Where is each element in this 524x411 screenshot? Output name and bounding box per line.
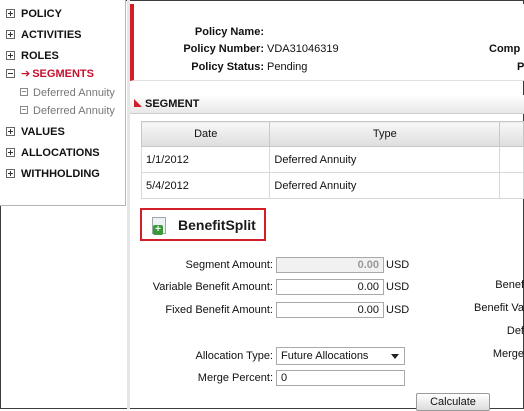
sidebar-item-values[interactable]: VALUES — [6, 123, 65, 141]
benefit-split-title: BenefitSplit — [178, 217, 256, 233]
arrow-right-icon: ➔ — [21, 68, 31, 80]
cell-type: Deferred Annuity — [269, 172, 501, 199]
allocation-type-select[interactable]: Future Allocations — [276, 347, 405, 365]
expand-icon[interactable] — [6, 8, 15, 18]
calculate-button[interactable]: Calculate — [416, 393, 490, 411]
sidebar-item-segments[interactable]: ➔ SEGMENTS — [6, 65, 94, 83]
chevron-down-icon — [391, 354, 399, 359]
segment-amount-field[interactable] — [276, 257, 384, 273]
document-icon — [20, 88, 28, 97]
sidebar-subitem-label: Deferred Annuity — [33, 87, 115, 99]
expand-icon[interactable] — [6, 126, 15, 136]
expand-icon[interactable] — [6, 29, 15, 39]
table-row[interactable]: 5/4/2012 Deferred Annuity — [140, 172, 524, 199]
variable-benefit-unit: USD — [386, 281, 410, 293]
sidebar-item-withholding[interactable]: WITHHOLDING — [6, 165, 100, 183]
collapse-triangle-icon[interactable] — [134, 99, 142, 108]
policy-number-value: VDA31046319 — [267, 43, 339, 55]
expand-icon[interactable] — [6, 147, 15, 157]
right-label-benefit-value: Benefit Va — [474, 302, 524, 314]
cell-date: 1/1/2012 — [140, 146, 271, 173]
fixed-benefit-unit: USD — [386, 304, 410, 316]
sidebar-item-label: SEGMENTS — [32, 68, 94, 80]
sidebar-subitem-label: Deferred Annuity — [33, 105, 115, 117]
policy-number-label: Policy Number: — [183, 43, 264, 55]
allocation-type-label: Allocation Type: — [195, 350, 273, 362]
segment-table: Date Type 1/1/2012 Deferred Annuity 5/4/… — [140, 121, 524, 199]
benefit-split-header[interactable]: BenefitSplit — [140, 208, 266, 241]
expand-icon[interactable] — [6, 50, 15, 60]
sidebar-item-allocations[interactable]: ALLOCATIONS — [6, 144, 100, 162]
expand-icon[interactable] — [6, 168, 15, 178]
table-row[interactable]: 1/1/2012 Deferred Annuity — [140, 146, 524, 173]
sidebar-item-activities[interactable]: ACTIVITIES — [6, 26, 82, 44]
policy-name-label: Policy Name: — [194, 26, 264, 38]
right-label-benefit: Benef — [495, 279, 524, 291]
sidebar-item-label: ROLES — [21, 50, 59, 62]
sidebar-item-label: WITHHOLDING — [21, 168, 100, 180]
sidebar-item-label: POLICY — [21, 8, 62, 20]
cell-extra — [499, 172, 524, 199]
cell-type: Deferred Annuity — [269, 146, 501, 173]
column-header-date[interactable]: Date — [140, 121, 271, 147]
cell-date: 5/4/2012 — [140, 172, 271, 199]
segment-amount-unit: USD — [386, 259, 410, 271]
sidebar-item-label: ACTIVITIES — [21, 29, 82, 41]
section-title: SEGMENT — [145, 98, 200, 110]
right-label-merge: Merge — [492, 348, 524, 360]
segment-amount-label: Segment Amount: — [185, 259, 273, 271]
segment-section-header[interactable]: SEGMENT — [130, 95, 524, 114]
sidebar-item-roles[interactable]: ROLES — [6, 47, 59, 65]
right-label-partial: P — [517, 61, 524, 73]
policy-status-value: Pending — [267, 61, 308, 73]
add-document-icon — [152, 217, 166, 235]
sidebar-item-label: VALUES — [21, 126, 65, 138]
document-icon — [20, 106, 28, 115]
merge-percent-label: Merge Percent: — [197, 372, 273, 384]
policy-status-label: Policy Status: — [191, 61, 264, 73]
fixed-benefit-field[interactable] — [276, 302, 384, 318]
company-label-partial: Comp — [489, 43, 521, 55]
cell-extra — [499, 146, 524, 173]
right-label-def: Def — [506, 325, 524, 337]
sidebar-item-policy[interactable]: POLICY — [6, 5, 62, 23]
variable-benefit-field[interactable] — [276, 279, 384, 295]
sidebar-subitem-deferred-annuity-1[interactable]: Deferred Annuity — [20, 86, 115, 101]
variable-benefit-label: Variable Benefit Amount: — [152, 281, 273, 293]
allocation-type-value: Future Allocations — [281, 350, 369, 362]
column-header-extra[interactable] — [499, 121, 524, 147]
sidebar-item-label: ALLOCATIONS — [21, 147, 100, 159]
policy-header: Policy Name: Policy Number: VDA31046319 … — [130, 4, 524, 81]
column-header-type[interactable]: Type — [269, 121, 501, 147]
sidebar-subitem-deferred-annuity-2[interactable]: Deferred Annuity — [20, 104, 115, 119]
collapse-icon[interactable] — [6, 68, 15, 78]
sidebar-nav: POLICY ACTIVITIES ROLES ➔ SEGMENTS Deferr… — [0, 0, 126, 206]
fixed-benefit-label: Fixed Benefit Amount: — [165, 304, 273, 316]
merge-percent-field[interactable] — [276, 370, 405, 386]
